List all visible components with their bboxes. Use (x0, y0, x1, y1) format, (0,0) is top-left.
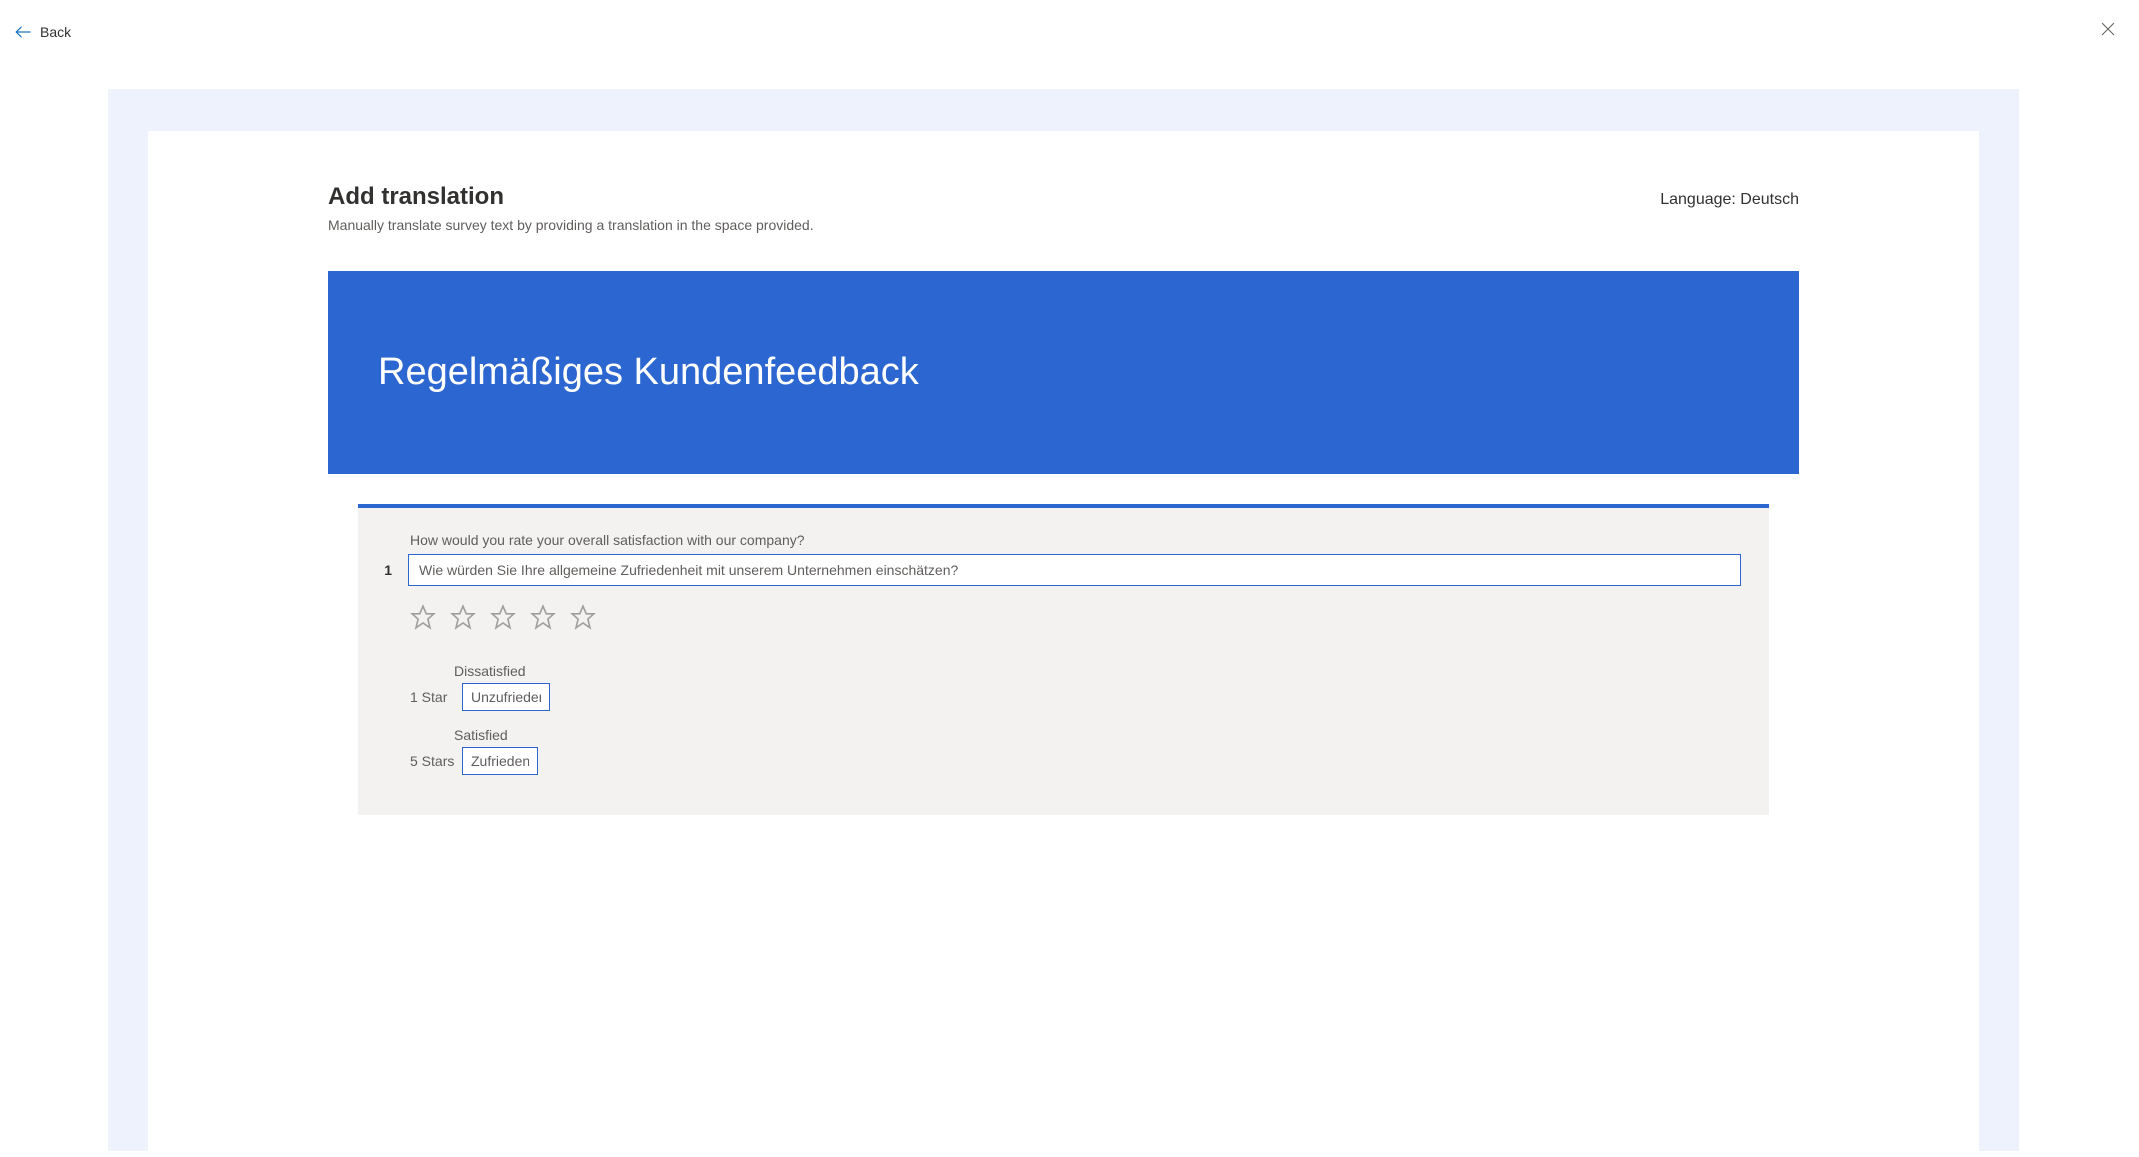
back-arrow-icon (14, 23, 32, 41)
question-number: 1 (372, 562, 392, 578)
survey-title: Regelmäßiges Kundenfeedback (378, 351, 1749, 394)
rating-translation-input-high[interactable] (462, 747, 538, 775)
outer-container: Add translation Language: Deutsch Manual… (108, 89, 2019, 1151)
page-subtitle: Manually translate survey text by provid… (328, 217, 1799, 233)
close-button[interactable] (2097, 18, 2119, 45)
rating-label-block-high: Satisfied 5 Stars (410, 727, 1741, 775)
language-value: Deutsch (1740, 191, 1799, 208)
rating-translation-input-low[interactable] (462, 683, 550, 711)
rating-row-low: 1 Star (410, 683, 1741, 711)
top-bar: Back (0, 0, 2139, 59)
question-card: How would you rate your overall satisfac… (358, 504, 1769, 815)
rating-row-high: 5 Stars (410, 747, 1741, 775)
rating-label-block-low: Dissatisfied 1 Star (410, 663, 1741, 711)
translation-card: Add translation Language: Deutsch Manual… (148, 131, 1979, 1151)
star-icon[interactable] (450, 604, 476, 635)
question-translation-input[interactable] (408, 554, 1741, 586)
close-icon (2101, 23, 2115, 40)
star-icon[interactable] (530, 604, 556, 635)
question-row: 1 (372, 554, 1741, 586)
rating-source-high: Satisfied (454, 727, 1741, 743)
language-label: Language: Deutsch (1660, 191, 1799, 209)
rating-source-low: Dissatisfied (454, 663, 1741, 679)
page-title: Add translation (328, 183, 504, 211)
header-row: Add translation Language: Deutsch (328, 183, 1799, 211)
rating-key-high: 5 Stars (410, 753, 454, 769)
star-icon[interactable] (490, 604, 516, 635)
back-label: Back (40, 24, 71, 40)
language-prefix: Language: (1660, 191, 1740, 208)
star-rating-row (410, 604, 1741, 635)
star-icon[interactable] (570, 604, 596, 635)
survey-title-banner: Regelmäßiges Kundenfeedback (328, 271, 1799, 474)
back-button[interactable]: Back (14, 23, 71, 41)
rating-key-low: 1 Star (410, 689, 454, 705)
question-source-text: How would you rate your overall satisfac… (410, 532, 1741, 548)
star-icon[interactable] (410, 604, 436, 635)
